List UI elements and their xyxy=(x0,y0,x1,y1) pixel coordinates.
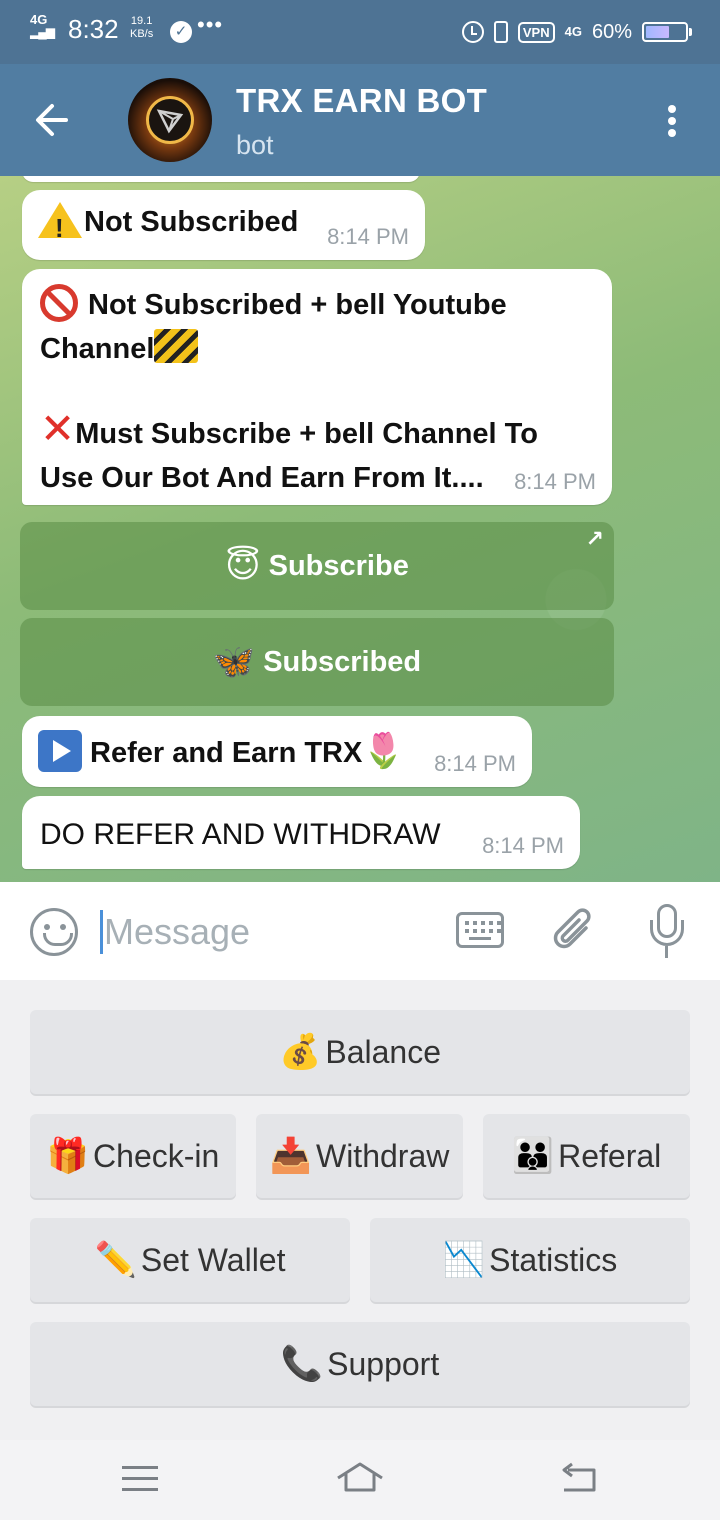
message-line: Use Our Bot And Earn From It.... xyxy=(40,462,484,494)
recent-apps-button[interactable] xyxy=(122,1466,158,1494)
gift-icon: 🎁 xyxy=(46,1137,90,1175)
key-label: Withdraw xyxy=(315,1137,450,1174)
message-bubble[interactable]: Not Subscribed + bell Youtube Channel ✕M… xyxy=(22,269,612,505)
speed-value: 19.1 xyxy=(130,15,153,27)
network-speed: 19.1 KB/s xyxy=(130,15,153,41)
message-time: 8:14 PM xyxy=(482,833,564,858)
system-navigation-bar xyxy=(0,1440,720,1520)
status-icons: VPN 4G 60% xyxy=(461,18,692,46)
key-label: Support xyxy=(327,1345,440,1382)
chart-decreasing-icon: 📉 xyxy=(442,1241,486,1279)
signal-indicator: 4G ▂▄▆ xyxy=(30,13,55,39)
system-back-button[interactable] xyxy=(558,1462,600,1498)
message-body: Refer and Earn TRX xyxy=(90,737,363,769)
telephone-icon: 📞 xyxy=(280,1345,324,1383)
bot-keyboard-toggle-button[interactable] xyxy=(456,912,504,948)
chat-subtitle: bot xyxy=(236,130,274,160)
withdraw-key[interactable]: 📥 Withdraw xyxy=(256,1114,463,1198)
key-label: Statistics xyxy=(489,1241,618,1278)
home-icon xyxy=(337,1462,383,1492)
message-input[interactable] xyxy=(104,908,434,956)
key-label: Referal xyxy=(558,1137,662,1174)
attach-button[interactable] xyxy=(552,906,598,958)
check-icon: ✓ xyxy=(170,21,192,43)
support-key[interactable]: 📞 Support xyxy=(30,1322,690,1406)
tron-logo-icon xyxy=(146,96,194,144)
dot xyxy=(668,105,676,113)
pencil-icon: ✏️ xyxy=(94,1241,137,1279)
message-time: 8:14 PM xyxy=(434,751,516,776)
battery-level xyxy=(646,26,669,38)
key-label: Check-in xyxy=(93,1137,220,1174)
key-label: Set Wallet xyxy=(140,1241,286,1278)
set-wallet-key[interactable]: ✏️ Set Wallet xyxy=(30,1218,350,1302)
message-line: Channel xyxy=(40,333,155,365)
message-bubble[interactable]: Refer and Earn TRX🌷 8:14 PM xyxy=(22,716,532,787)
battery-icon xyxy=(642,22,692,42)
message-text: Not Subscribed + bell Youtube Channel ✕M… xyxy=(40,283,594,500)
speed-unit: KB/s xyxy=(130,28,154,40)
statistics-key[interactable]: 📉 Statistics xyxy=(370,1218,690,1302)
message-body: Not Subscribed xyxy=(84,206,299,238)
message-bubble[interactable]: Not Subscribed 8:14 PM xyxy=(22,190,425,260)
emoji-button[interactable] xyxy=(30,908,78,956)
message-composer xyxy=(0,882,720,980)
no-entry-icon xyxy=(40,284,78,323)
warning-icon xyxy=(38,202,82,249)
alarm-icon xyxy=(461,21,484,43)
message-time: 8:14 PM xyxy=(514,469,596,494)
back-arrow-icon xyxy=(36,104,68,136)
construction-barrier-icon xyxy=(154,329,199,364)
dot xyxy=(668,129,676,137)
back-icon xyxy=(562,1462,596,1492)
family-icon: 👪 xyxy=(511,1137,555,1175)
signal-bars-icon: ▂▄▆ xyxy=(30,25,55,39)
clock: 8:32 xyxy=(68,14,119,44)
battery-percent: 60% xyxy=(591,20,632,43)
home-button[interactable] xyxy=(334,1460,386,1500)
angel-face-icon: 😇 xyxy=(225,547,261,585)
bot-reply-keyboard: 💰 Balance 🎁 Check-in 📥 Withdraw 👪 Refera… xyxy=(0,980,720,1440)
vpn-badge: VPN xyxy=(517,21,555,43)
tulip-icon: 🌷 xyxy=(362,732,405,770)
balance-key[interactable]: 💰 Balance xyxy=(30,1010,690,1094)
message-time: 8:14 PM xyxy=(327,224,409,249)
chat-header: TRX EARN BOT bot xyxy=(0,64,720,176)
butterfly-icon: 🦋 xyxy=(212,643,256,681)
message-bubble-partial xyxy=(22,176,420,182)
mobile-data-icon: 4G xyxy=(564,24,582,39)
inline-button-label: Subscribed xyxy=(263,645,422,678)
inbox-tray-icon: 📥 xyxy=(269,1137,312,1175)
tron-triangle-icon xyxy=(156,109,184,134)
chat-title[interactable]: TRX EARN BOT xyxy=(236,82,487,120)
subscribe-inline-button[interactable]: 😇 Subscribe ↗ xyxy=(20,522,614,610)
subscribed-inline-button[interactable]: 🦋 Subscribed xyxy=(20,618,614,706)
dot xyxy=(668,117,676,125)
message-bubble[interactable]: DO REFER AND WITHDRAW 8:14 PM xyxy=(22,796,580,869)
message-line: Must Subscribe + bell Channel To xyxy=(75,418,538,450)
key-label: Balance xyxy=(325,1033,441,1070)
text-cursor xyxy=(100,910,103,954)
vibrate-icon xyxy=(493,21,508,43)
more-notifications-icon: ••• xyxy=(197,12,224,37)
referal-key[interactable]: 👪 Referal xyxy=(483,1114,690,1198)
inline-button-label: Subscribe xyxy=(268,549,409,582)
microphone-button[interactable] xyxy=(646,904,690,960)
message-line: Not Subscribed + bell Youtube xyxy=(88,289,507,321)
bot-avatar[interactable] xyxy=(128,78,212,162)
external-link-icon: ↗ xyxy=(585,526,604,551)
status-bar: 4G ▂▄▆ 8:32 19.1 KB/s ✓ ••• VPN 4G 60% xyxy=(0,0,720,64)
chat-history[interactable]: Not Subscribed 8:14 PM Not Subscribed + … xyxy=(0,176,720,882)
checkin-key[interactable]: 🎁 Check-in xyxy=(30,1114,236,1198)
play-button-icon xyxy=(38,730,82,773)
more-options-button[interactable] xyxy=(660,102,684,142)
money-bag-icon: 💰 xyxy=(279,1033,322,1071)
paperclip-icon xyxy=(553,908,591,949)
back-button[interactable] xyxy=(30,100,80,140)
cross-mark-icon: ✕ xyxy=(40,405,76,452)
